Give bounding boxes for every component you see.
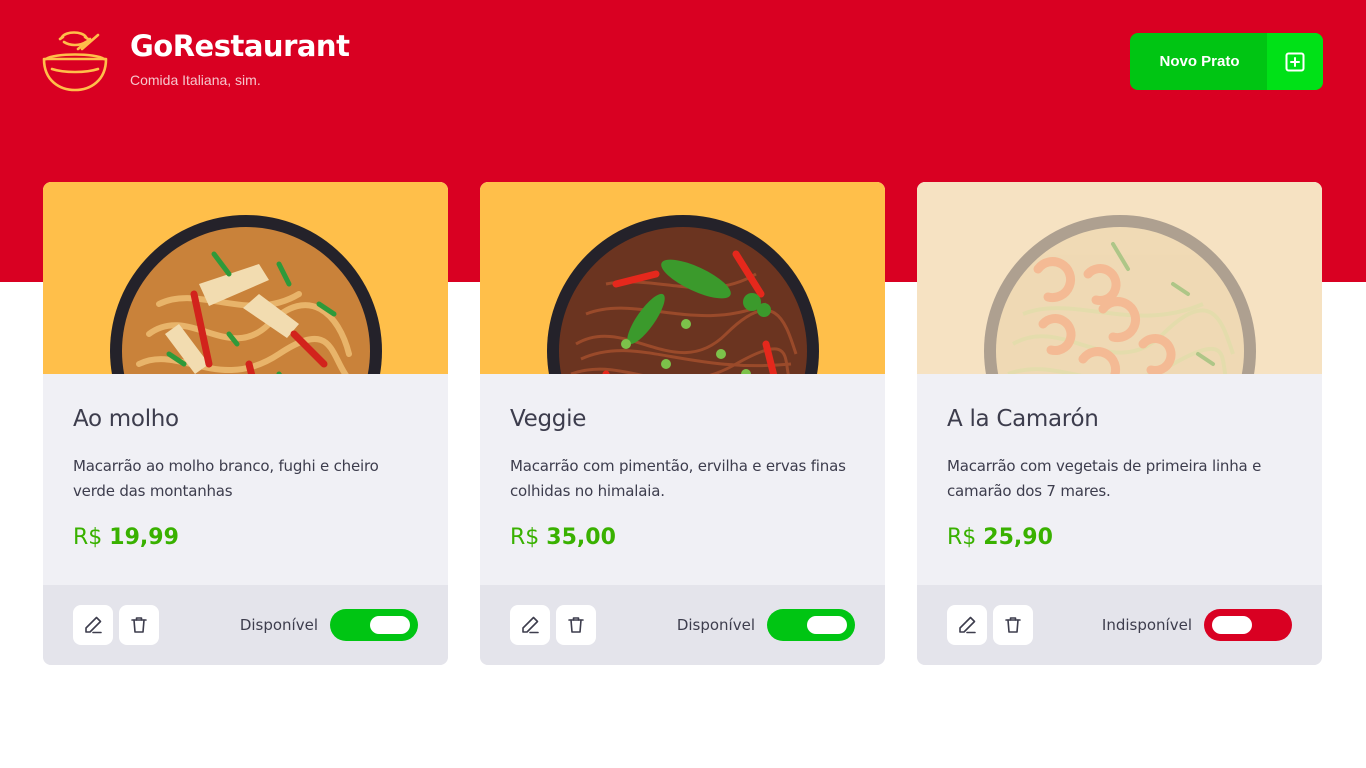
availability-label: Disponível [676, 616, 755, 634]
edit-dish-button[interactable] [510, 605, 550, 645]
plus-square-icon [1285, 52, 1305, 71]
pencil-icon [522, 616, 539, 634]
app-subtitle: Comida Italiana, sim. [130, 72, 261, 88]
toggle-knob [1212, 616, 1252, 634]
dish-footer: Disponível [480, 585, 885, 665]
dish-image [917, 182, 1322, 374]
brand: GoRestaurant Comida Italiana, sim. [42, 29, 350, 93]
price-value: 35,00 [546, 525, 616, 550]
dish-image [43, 182, 448, 374]
dish-card: A la Camarón Macarrão com vegetais de pr… [917, 182, 1322, 665]
dish-price: R$ 25,90 [947, 524, 1292, 552]
dish-info: Ao molho Macarrão ao molho branco, fughi… [43, 374, 448, 585]
dish-name: A la Camarón [947, 406, 1099, 432]
app-title: GoRestaurant [130, 29, 350, 63]
dish-footer: Indisponível [917, 585, 1322, 665]
availability-control: Disponível [240, 609, 418, 641]
dish-footer: Disponível [43, 585, 448, 665]
availability-toggle[interactable] [1204, 609, 1292, 641]
dish-image [480, 182, 885, 374]
dish-photo [109, 215, 382, 374]
dish-photo [546, 215, 819, 374]
dish-photo [983, 215, 1256, 374]
availability-label: Disponível [239, 616, 318, 634]
availability-control: Indisponível [1102, 609, 1292, 641]
pencil-icon [85, 616, 102, 634]
dish-description: Macarrão com pimentão, ervilha e ervas f… [510, 457, 846, 500]
dish-info: Veggie Macarrão com pimentão, ervilha e … [480, 374, 885, 585]
dish-price: R$ 19,99 [73, 524, 418, 552]
price-currency: R$ [510, 525, 540, 550]
price-value: 19,99 [109, 525, 179, 550]
toggle-knob [370, 616, 410, 634]
price-currency: R$ [947, 525, 977, 550]
availability-toggle[interactable] [330, 609, 418, 641]
availability-control: Disponível [677, 609, 855, 641]
delete-dish-button[interactable] [556, 605, 596, 645]
dish-price: R$ 35,00 [510, 524, 855, 552]
dish-actions [73, 605, 159, 645]
availability-label: Indisponível [1101, 616, 1192, 634]
dish-actions [947, 605, 1033, 645]
dish-description: Macarrão ao molho branco, fughi e cheiro… [73, 457, 379, 500]
price-currency: R$ [73, 525, 103, 550]
dish-name: Veggie [510, 406, 587, 432]
dish-description: Macarrão com vegetais de primeira linha … [947, 457, 1262, 500]
edit-dish-button[interactable] [73, 605, 113, 645]
new-dish-button[interactable]: Novo Prato [1130, 33, 1323, 90]
brand-text: GoRestaurant Comida Italiana, sim. [130, 29, 350, 89]
toggle-knob [807, 616, 847, 634]
delete-dish-button[interactable] [993, 605, 1033, 645]
bowl-logo-icon [42, 31, 108, 92]
dish-actions [510, 605, 596, 645]
pencil-icon [959, 616, 976, 634]
trash-icon [131, 617, 147, 633]
dish-name: Ao molho [73, 406, 179, 432]
dishes-grid: Ao molho Macarrão ao molho branco, fughi… [43, 182, 1322, 665]
delete-dish-button[interactable] [119, 605, 159, 645]
dish-card: Veggie Macarrão com pimentão, ervilha e … [480, 182, 885, 665]
new-dish-button-label: Novo Prato [1159, 53, 1240, 70]
new-dish-icon-box [1267, 33, 1323, 90]
dish-card: Ao molho Macarrão ao molho branco, fughi… [43, 182, 448, 665]
price-value: 25,90 [983, 525, 1053, 550]
trash-icon [1005, 617, 1021, 633]
edit-dish-button[interactable] [947, 605, 987, 645]
trash-icon [568, 617, 584, 633]
dish-info: A la Camarón Macarrão com vegetais de pr… [917, 374, 1322, 585]
availability-toggle[interactable] [767, 609, 855, 641]
